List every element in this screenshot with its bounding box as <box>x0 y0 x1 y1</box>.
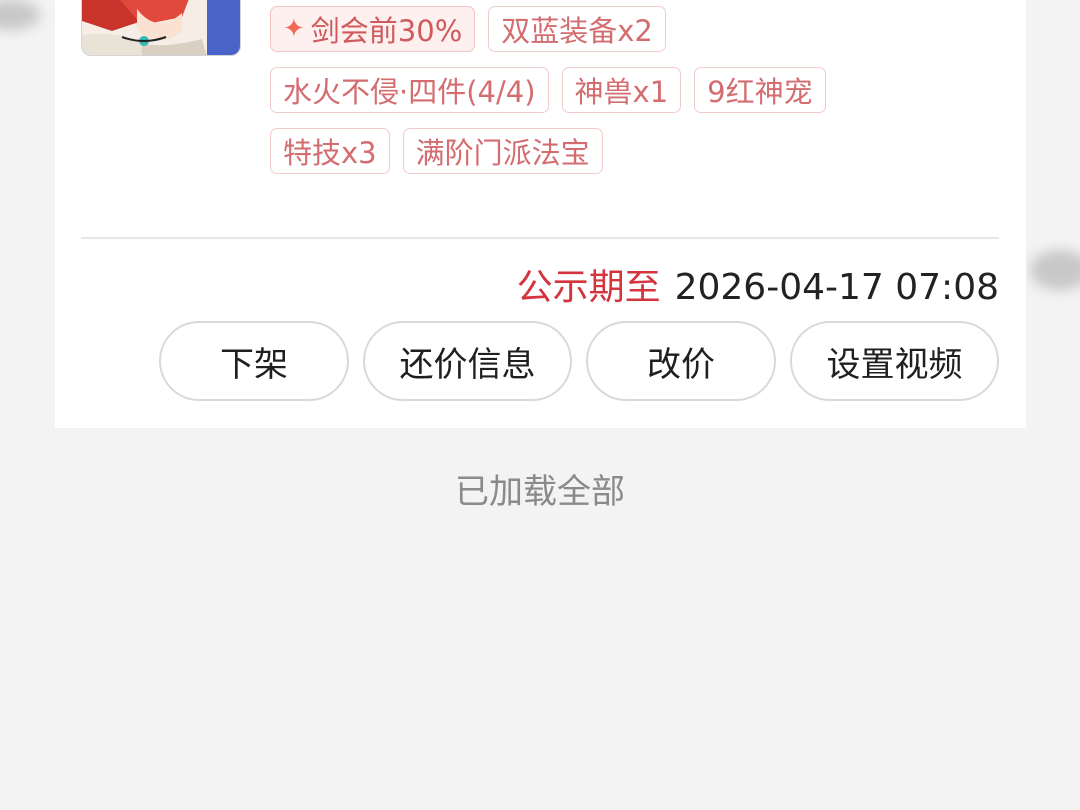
tag-label: 神兽x1 <box>574 75 669 109</box>
tag-label: 剑会前30% <box>310 14 463 48</box>
tag-row-1: ✦ 剑会前30% 双蓝装备x2 <box>270 6 826 52</box>
all-loaded-text: 已加载全部 <box>455 472 625 512</box>
action-buttons: 下架 还价信息 改价 设置视频 <box>159 321 999 401</box>
deadline-value: 2026-04-17 07:08 <box>674 267 999 308</box>
tag-row-3: 特技x3 满阶门派法宝 <box>270 128 826 174</box>
deadline-label: 公示期至 <box>516 267 661 308</box>
listing-card: ✦ 剑会前30% 双蓝装备x2 水火不侵·四件(4/4) 神兽x1 9红神宠 特… <box>55 0 1026 428</box>
divider <box>81 237 999 239</box>
tag-set-bonus: 水火不侵·四件(4/4) <box>270 67 549 113</box>
character-avatar[interactable] <box>81 0 241 56</box>
tag-label: 双蓝装备x2 <box>501 14 653 48</box>
tag-magic-treasure: 满阶门派法宝 <box>402 128 603 174</box>
edge-shadow-right <box>1030 250 1080 290</box>
tag-list: ✦ 剑会前30% 双蓝装备x2 水火不侵·四件(4/4) 神兽x1 9红神宠 特… <box>270 6 826 189</box>
counter-offer-button[interactable]: 还价信息 <box>363 321 572 401</box>
change-price-button[interactable]: 改价 <box>586 321 776 401</box>
public-period-deadline: 公示期至 2026-04-17 07:08 <box>517 258 999 310</box>
delist-button[interactable]: 下架 <box>159 321 349 401</box>
character-portrait-image <box>82 0 240 55</box>
tag-skills: 特技x3 <box>270 128 390 174</box>
edge-shadow-left <box>0 0 40 30</box>
sparkle-icon: ✦ <box>283 14 305 44</box>
tag-row-2: 水火不侵·四件(4/4) 神兽x1 9红神宠 <box>270 67 826 113</box>
tag-red-pet: 9红神宠 <box>694 67 826 113</box>
tag-divine-beast: 神兽x1 <box>561 67 682 113</box>
tag-label: 满阶门派法宝 <box>415 136 590 170</box>
tag-blue-equipment: 双蓝装备x2 <box>488 6 666 52</box>
tag-label: 水火不侵·四件(4/4) <box>283 75 536 109</box>
tag-label: 特技x3 <box>283 136 377 170</box>
tag-label: 9红神宠 <box>707 75 813 109</box>
tag-sword-rank: ✦ 剑会前30% <box>270 6 476 52</box>
set-video-button[interactable]: 设置视频 <box>790 321 999 401</box>
